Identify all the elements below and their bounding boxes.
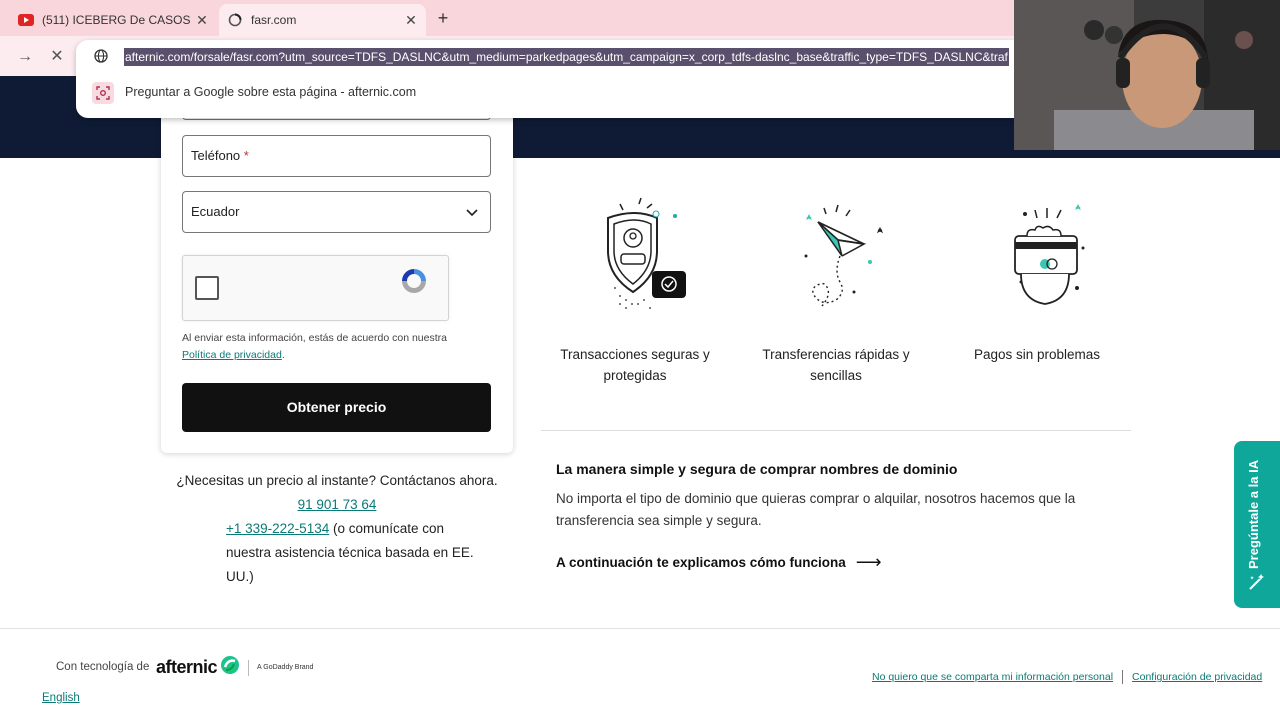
privacy-settings-link[interactable]: Configuración de privacidad [1132,671,1262,683]
ask-ai-label: Pregúntale a la IA [1246,459,1261,569]
price-form-card: Teléfono * Ecuador Al enviar esta inform… [161,78,513,453]
consent-end: . [281,349,285,361]
brand-name: afternic [156,657,218,677]
feature-label: Pagos sin problemas [973,347,1101,362]
url-row[interactable]: afternic.com/forsale/fasr.com?utm_source… [76,40,1026,74]
afternic-logo: afternic A GoDaddy Brand [156,655,313,680]
tab-title: (511) ICEBERG De CASOS OCUL [42,13,192,27]
paper-plane-icon [804,204,884,307]
get-price-button[interactable]: Obtener precio [182,383,491,432]
ask-ai-tab[interactable]: Pregúntale a la IA [1234,441,1280,608]
tab-fasr[interactable]: fasr.com ✕ [219,4,426,36]
recaptcha-icon [399,266,429,296]
shield-icon [607,197,686,309]
suggestion-text: Preguntar a Google sobre esta página - a… [125,85,417,99]
tab-title: fasr.com [251,13,297,27]
country-value: Ecuador [191,204,240,219]
brand-separator [248,659,250,676]
info-title: La manera simple y segura de comprar nom… [556,461,958,477]
consent-text: Al enviar esta información, estás de acu… [182,330,492,364]
chevron-down-icon [464,204,480,220]
footer-divider [0,628,1280,629]
phone-local-link[interactable]: 91 901 73 64 [298,497,377,512]
google-lens-icon [92,82,114,104]
privacy-policy-link[interactable]: Política de privacidad [182,349,282,361]
country-select[interactable]: Ecuador [182,191,491,233]
language-link[interactable]: English [42,692,80,704]
arrow-right-icon: ⟶ [855,552,882,572]
omnibox-suggestion[interactable]: Preguntar a Google sobre esta página - a… [76,78,1026,108]
forward-icon[interactable]: → [14,46,36,68]
contact-prompt: ¿Necesitas un precio al instante? Contác… [176,473,498,488]
contact-block: ¿Necesitas un precio al instante? Contác… [161,469,513,589]
phone-field[interactable]: Teléfono * [182,135,491,177]
stop-loading-icon[interactable]: ✕ [46,46,68,68]
url-input[interactable]: afternic.com/forsale/fasr.com?utm_source… [124,48,1009,66]
feature-fast: Transferencias rápidas y sencillas [751,196,921,386]
privacy-links-separator [1122,670,1124,684]
how-it-works-label: A continuación te explicamos cómo funcio… [556,555,846,570]
recaptcha-widget [182,255,449,321]
feature-label: Transacciones seguras y protegidas [560,347,710,383]
globe-icon [94,49,110,65]
how-it-works-link[interactable]: A continuación te explicamos cómo funcio… [556,552,882,573]
sparkle-wand-icon [1248,573,1266,591]
new-tab-button[interactable]: + [432,8,454,30]
do-not-share-link[interactable]: No quiero que se comparta mi información… [872,671,1113,683]
feature-payments: Pagos sin problemas [952,196,1122,365]
phone-label: Teléfono [191,148,241,163]
afternic-mark-icon [220,655,240,680]
phone-us-link[interactable]: +1 339-222-5134 [226,521,329,536]
brand-tagline: A GoDaddy Brand [257,664,314,671]
loading-icon [227,12,243,28]
recaptcha-checkbox[interactable] [195,276,219,300]
powered-by-label: Con tecnología de [56,661,150,673]
youtube-icon [18,12,34,28]
section-divider [541,430,1131,431]
required-mark: * [243,148,249,163]
close-tab-icon[interactable]: ✕ [402,11,420,29]
info-body: No importa el tipo de dominio que quiera… [556,491,1076,528]
payment-card-icon [1014,204,1085,305]
privacy-links: No quiero que se comparta mi información… [872,670,1262,684]
tab-youtube[interactable]: (511) ICEBERG De CASOS OCUL ✕ [10,4,217,36]
feature-secure: Transacciones seguras y protegidas [550,196,720,386]
close-tab-icon[interactable]: ✕ [193,11,211,29]
consent-label: Al enviar esta información, estás de acu… [182,332,447,344]
webcam-overlay [1014,0,1280,150]
address-bar[interactable]: afternic.com/forsale/fasr.com?utm_source… [76,40,1026,118]
feature-label: Transferencias rápidas y sencillas [762,347,910,383]
